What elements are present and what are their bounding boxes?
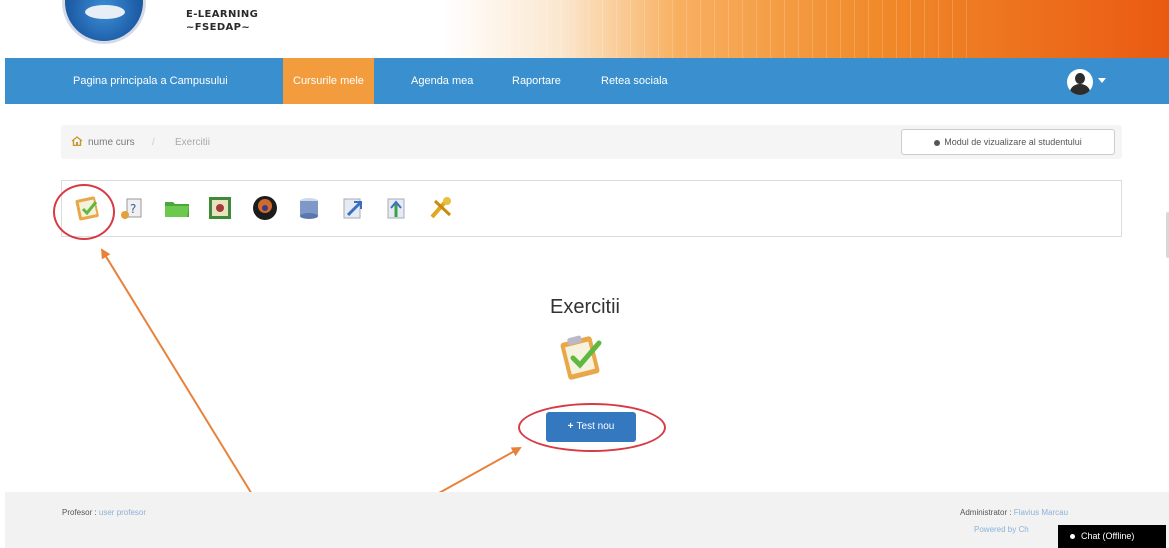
- question-pool-icon[interactable]: ?: [117, 193, 147, 223]
- footer-admin-label: Administrator :: [960, 508, 1014, 517]
- nav-item-my-agenda[interactable]: Agenda mea: [401, 58, 483, 104]
- footer-powered-by[interactable]: Powered by Ch: [974, 525, 1029, 534]
- eye-icon: [934, 139, 941, 146]
- nav-item-social-network[interactable]: Retea sociala: [591, 58, 678, 104]
- breadcrumb: nume curs / Exercitii Modul de vizualiza…: [61, 125, 1122, 159]
- folder-icon[interactable]: [162, 193, 192, 223]
- nav-item-campus-home[interactable]: Pagina principala a Campusului: [63, 58, 238, 104]
- home-icon[interactable]: [71, 136, 83, 146]
- chat-label: Chat (Offline): [1081, 531, 1135, 541]
- footer-teacher-link[interactable]: user profesor: [99, 508, 146, 517]
- main-navbar: Pagina principala a Campusului Cursurile…: [5, 58, 1169, 104]
- breadcrumb-separator: /: [152, 137, 155, 148]
- upload-icon[interactable]: [382, 193, 412, 223]
- import-icon[interactable]: [205, 193, 235, 223]
- export-icon[interactable]: [338, 193, 368, 223]
- nav-item-my-courses[interactable]: Cursurile mele: [283, 58, 374, 104]
- breadcrumb-current: Exercitii: [175, 137, 211, 148]
- logo-line-2: ~FSEDAP~: [186, 22, 251, 33]
- student-view-label: Modul de vizualizare al studentului: [944, 137, 1082, 147]
- chat-widget[interactable]: Chat (Offline): [1058, 525, 1166, 548]
- highlight-circle-button: [518, 403, 666, 452]
- footer-admin-link[interactable]: Flavius Marcau: [1014, 508, 1068, 517]
- database-icon[interactable]: [294, 193, 324, 223]
- nav-item-reporting[interactable]: Raportare: [502, 58, 571, 104]
- logo-line-1: E-LEARNING: [186, 9, 259, 20]
- footer-admin: Administrator : Flavius Marcau: [960, 508, 1068, 517]
- svg-text:?: ?: [130, 202, 136, 216]
- user-avatar-icon[interactable]: [1067, 69, 1093, 95]
- page-footer: Profesor : user profesor Administrator :…: [5, 492, 1169, 548]
- header-banner: E-LEARNING ~FSEDAP~: [0, 0, 1169, 58]
- breadcrumb-course-link[interactable]: nume curs: [88, 137, 135, 148]
- student-view-button[interactable]: Modul de vizualizare al studentului: [901, 129, 1115, 155]
- banner-decoration: [420, 0, 980, 58]
- exercises-clipboard-icon: [560, 335, 602, 380]
- hotpotatoes-icon[interactable]: [250, 193, 280, 223]
- page-title: Exercitii: [549, 296, 620, 318]
- footer-teacher-label: Profesor :: [62, 508, 99, 517]
- chat-status-icon: [1070, 534, 1075, 540]
- logo-icon[interactable]: [62, 0, 146, 44]
- exercise-toolbar: ?: [61, 180, 1122, 237]
- tools-icon[interactable]: [426, 193, 456, 223]
- chevron-down-icon[interactable]: [1098, 78, 1106, 83]
- footer-teacher: Profesor : user profesor: [62, 508, 146, 517]
- logo-text: E-LEARNING ~FSEDAP~: [186, 8, 258, 34]
- highlight-circle-toolbar: [53, 184, 115, 240]
